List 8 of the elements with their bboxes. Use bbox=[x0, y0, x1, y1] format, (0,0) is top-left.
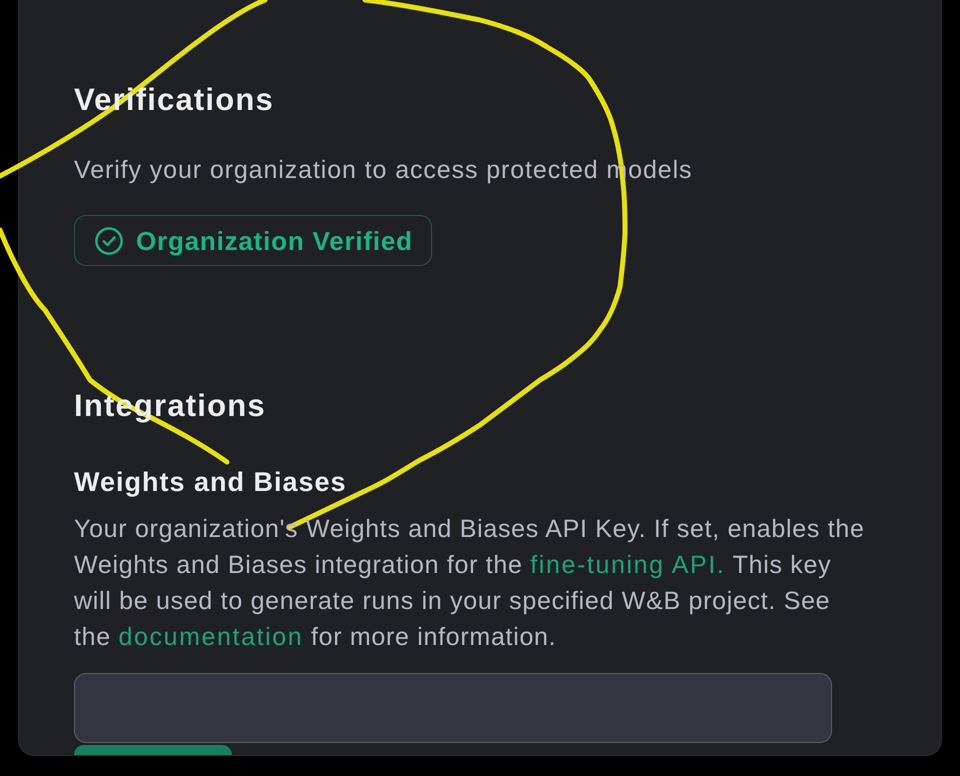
integration-description: Your organization's Weights and Biases API Key. If set, enables the Weights and Biases integration for the fine-tuning API. This key will be used to generate runs in your specified W&B project. See the documentation for more information. bbox=[74, 514, 866, 653]
fine-tuning-api-link[interactable]: fine-tuning API. bbox=[530, 551, 726, 579]
integration-title: Weights and Biases bbox=[74, 466, 347, 499]
badge-label: Organization Verified bbox=[136, 226, 413, 256]
documentation-link[interactable]: documentation bbox=[118, 623, 304, 651]
text-input-field[interactable] bbox=[74, 673, 832, 743]
action-button[interactable] bbox=[74, 745, 232, 755]
check-circle-icon bbox=[95, 226, 123, 254]
